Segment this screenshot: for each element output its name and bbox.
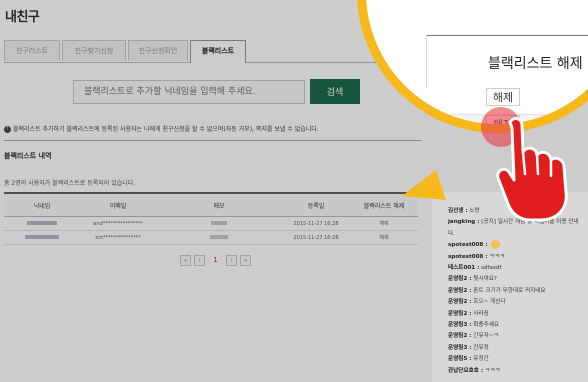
zoom-row-number: 8 [386, 94, 393, 105]
zoomed-table: 블랙리스트 해제 8 해제 해제 [366, 0, 588, 124]
magnifier: 블랙리스트 해제 8 해제 해제 [366, 0, 588, 124]
zoom-header-cell: 블랙리스트 해제 [426, 35, 588, 90]
zoom-unblock-button[interactable]: 해제 [486, 88, 520, 106]
zoom-header-label: 블랙리스트 해제 [488, 56, 583, 72]
pointing-hand-icon [496, 117, 568, 222]
screen: 내친구 친구리스트 친구찾기신청 친구신청확인 블랙리스트 검색 !블랙리스트 … [0, 0, 588, 382]
zoom-row [366, 88, 588, 115]
